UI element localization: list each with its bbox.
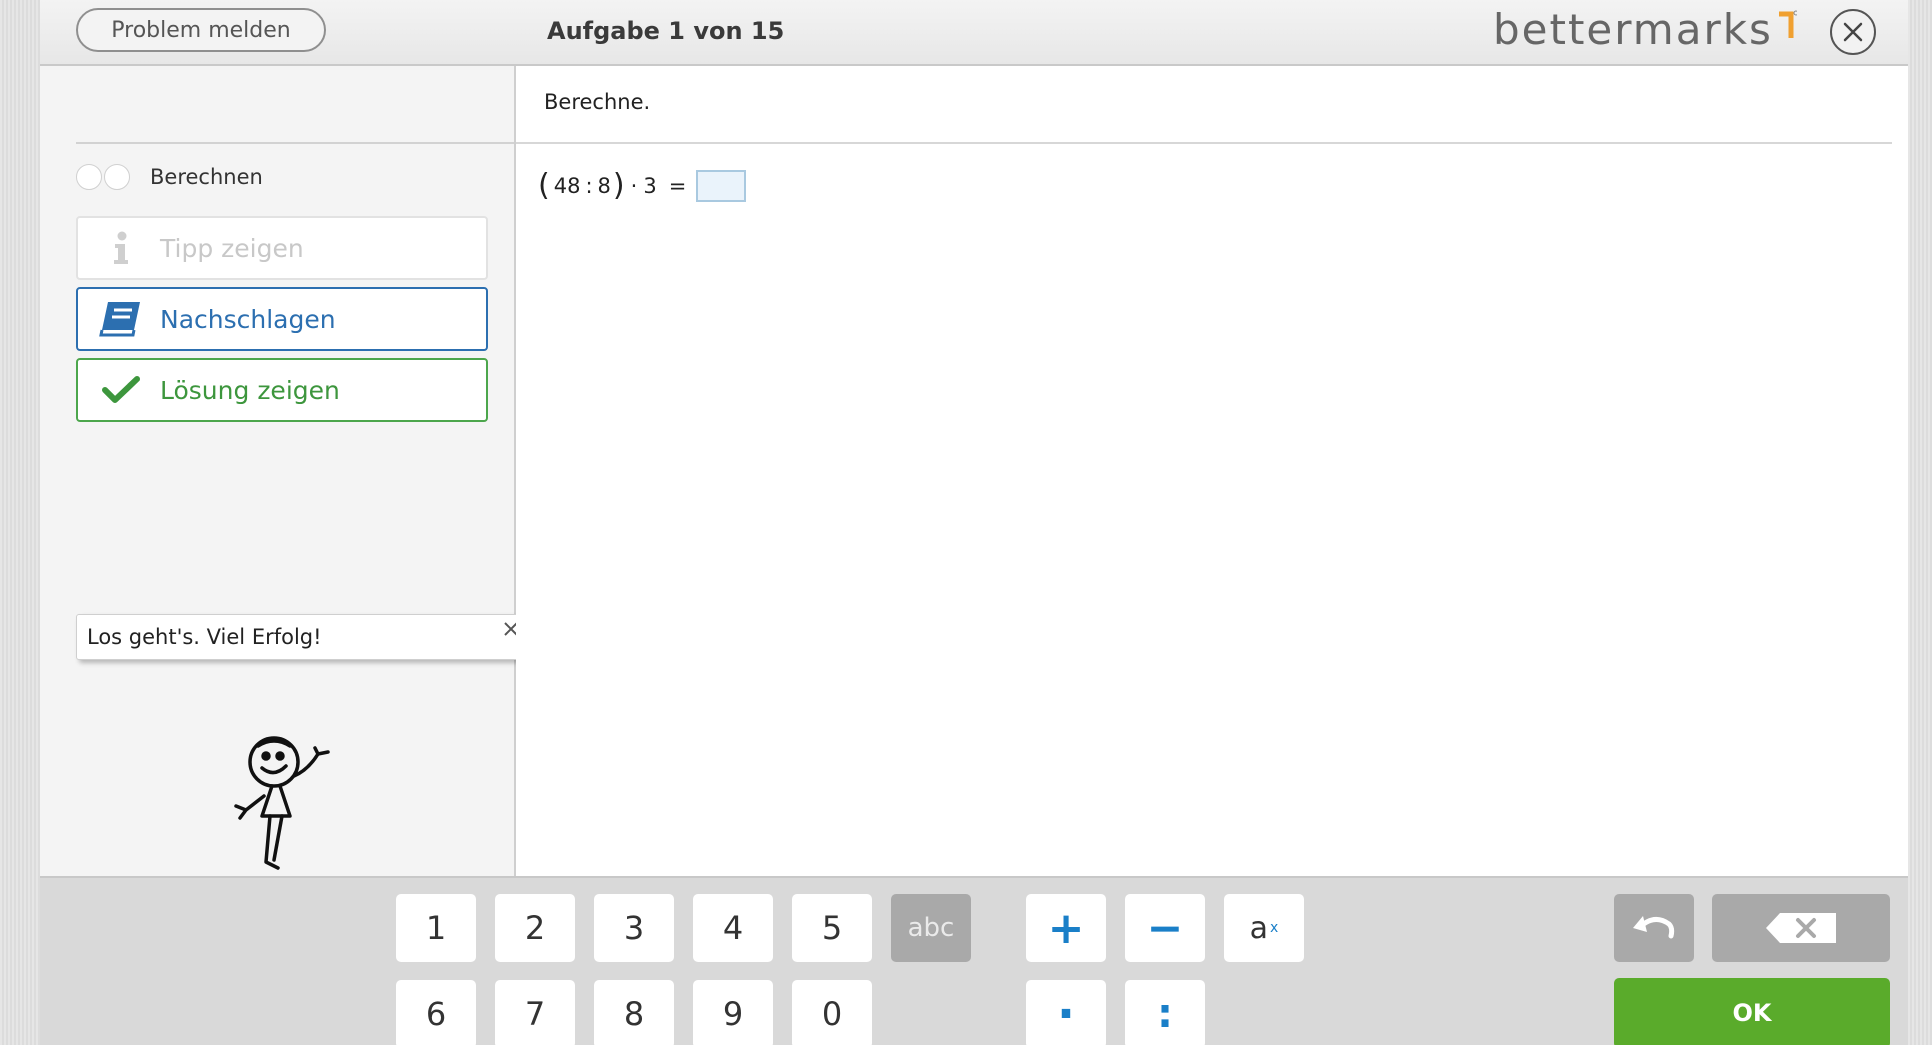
key-5[interactable]: 5 (792, 894, 872, 962)
progress-dot (104, 164, 130, 190)
progress-dot (76, 164, 102, 190)
equals-sign: = (668, 174, 687, 198)
lookup-label: Nachschlagen (160, 304, 336, 334)
key-0[interactable]: 0 (792, 980, 872, 1045)
speech-bubble: Los geht's. Viel Erfolg! (76, 614, 528, 660)
undo-key[interactable] (1614, 894, 1694, 962)
info-icon (96, 231, 146, 265)
close-button[interactable] (1830, 9, 1876, 55)
multiply-operator: · (630, 174, 638, 198)
power-base: a (1249, 910, 1269, 946)
plus-key[interactable]: + (1026, 894, 1106, 962)
key-2[interactable]: 2 (495, 894, 575, 962)
key-3[interactable]: 3 (594, 894, 674, 962)
backspace-key[interactable] (1712, 894, 1890, 962)
undo-icon (1633, 916, 1675, 939)
divisor: 8 (597, 174, 611, 198)
sidebar-divider (76, 142, 514, 144)
progress-row: Berechnen (76, 162, 263, 192)
sidebar: Berechnen Tipp zeigen Nachschlagen Lösun… (40, 66, 528, 876)
app-frame: Problem melden Aufgabe 1 von 15 betterma… (40, 0, 1908, 1045)
divide-operator: : (585, 174, 593, 198)
lookup-button[interactable]: Nachschlagen (76, 287, 488, 351)
key-9[interactable]: 9 (693, 980, 773, 1045)
show-solution-button[interactable]: Lösung zeigen (76, 358, 488, 422)
dividend: 48 (553, 174, 581, 198)
key-1[interactable]: 1 (396, 894, 476, 962)
show-tip-label: Tipp zeigen (160, 233, 304, 263)
progress-label: Berechnen (150, 165, 263, 189)
close-icon (1843, 22, 1863, 42)
open-paren: ( (538, 168, 550, 203)
ok-button[interactable]: OK (1614, 978, 1890, 1045)
task-counter: Aufgabe 1 von 15 (547, 17, 785, 45)
report-problem-button[interactable]: Problem melden (76, 8, 326, 52)
abc-key[interactable]: abc (891, 894, 971, 962)
checkmark-icon (96, 375, 146, 405)
brand-logo: bettermarks (1493, 2, 1797, 58)
minus-key[interactable]: − (1125, 894, 1205, 962)
math-expression: ( 48 : 8 ) · 3 = (538, 166, 747, 206)
backspace-icon (1766, 913, 1836, 943)
key-6[interactable]: 6 (396, 980, 476, 1045)
key-4[interactable]: 4 (693, 894, 773, 962)
book-icon (96, 300, 146, 338)
dot-key[interactable]: · (1026, 980, 1106, 1045)
key-7[interactable]: 7 (495, 980, 575, 1045)
exercise-area: Berechne. ( 48 : 8 ) · 3 = (516, 66, 1908, 876)
answer-input[interactable] (696, 170, 747, 202)
mascot-figure (234, 736, 330, 870)
speech-bubble-text: Los geht's. Viel Erfolg! (87, 625, 322, 649)
content-divider (516, 142, 1892, 144)
power-key[interactable]: a x (1224, 894, 1304, 962)
power-exponent: x (1270, 920, 1279, 936)
close-paren: ) (612, 168, 625, 203)
brand-mark-icon (1778, 10, 1797, 38)
show-solution-label: Lösung zeigen (160, 375, 340, 405)
keypad: 1 2 3 4 5 abc + − a x 6 7 8 9 0 ·: OK (40, 876, 1908, 1045)
header-bar: Problem melden Aufgabe 1 von 15 betterma… (40, 0, 1908, 66)
brand-name: bettermarks (1493, 5, 1773, 54)
factor: 3 (643, 174, 657, 198)
key-8[interactable]: 8 (594, 980, 674, 1045)
colon-key[interactable]: : (1125, 980, 1205, 1045)
instruction-text: Berechne. (544, 90, 651, 114)
show-tip-button[interactable]: Tipp zeigen (76, 216, 488, 280)
